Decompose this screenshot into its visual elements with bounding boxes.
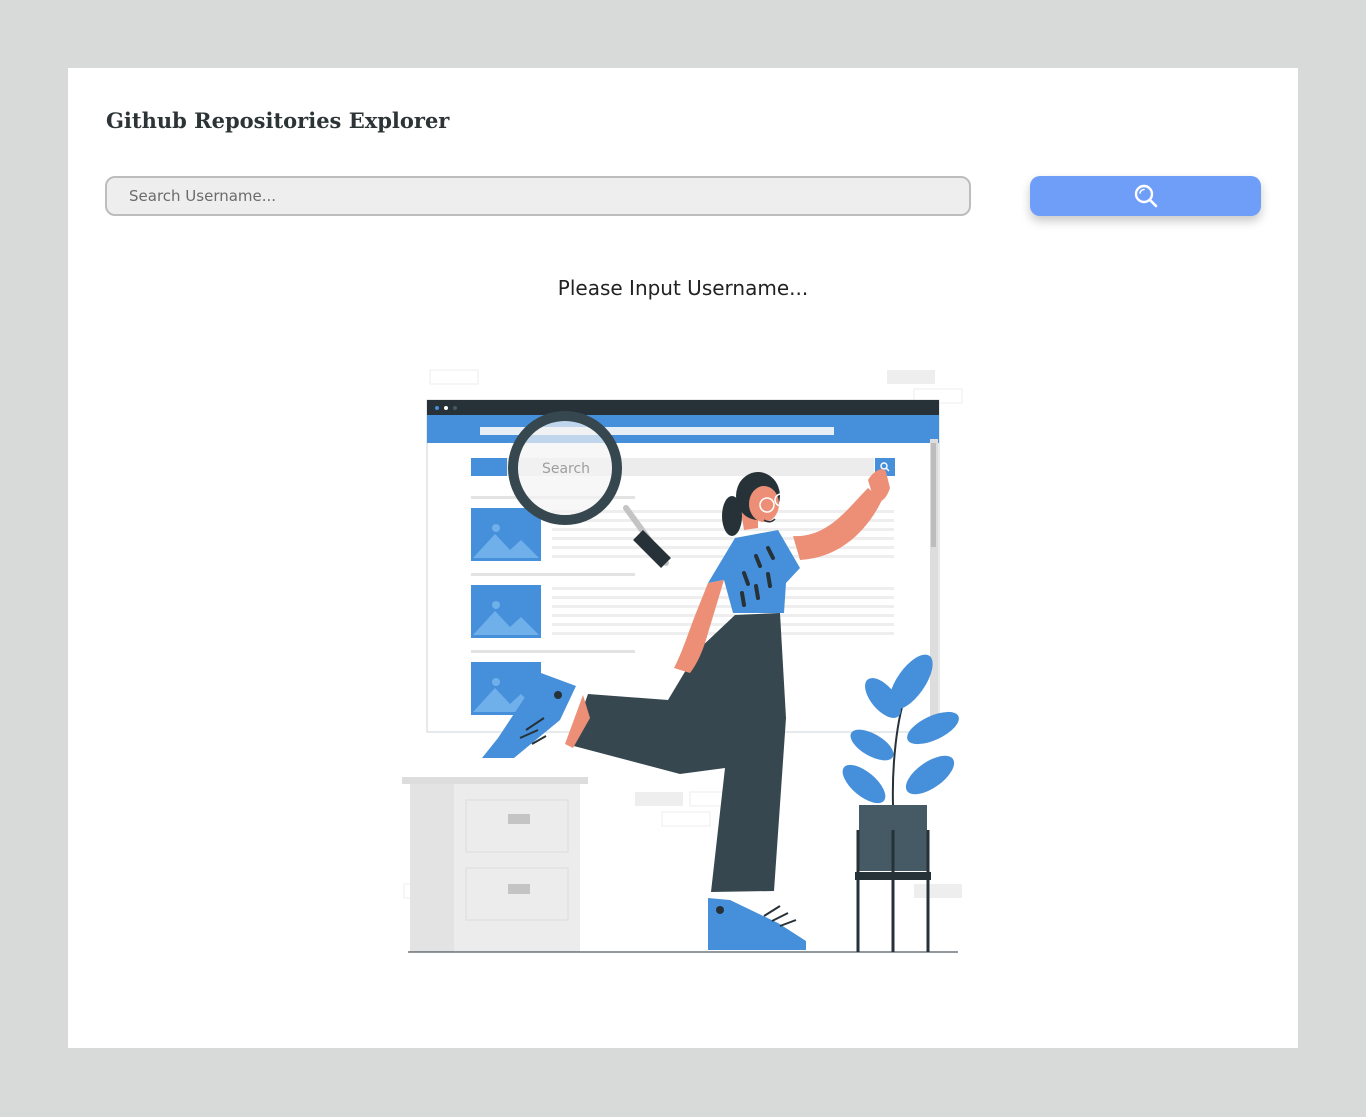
status-message: Please Input Username... xyxy=(557,276,809,300)
page-title: Github Repositories Explorer xyxy=(106,108,450,133)
main-card: Github Repositories Explorer Please Inpu… xyxy=(68,68,1298,1048)
search-input[interactable] xyxy=(105,176,971,216)
search-icon xyxy=(1133,183,1159,209)
illustration-search-text: Search xyxy=(542,461,590,477)
search-illustration: Search xyxy=(398,363,968,967)
search-button[interactable] xyxy=(1030,176,1261,216)
